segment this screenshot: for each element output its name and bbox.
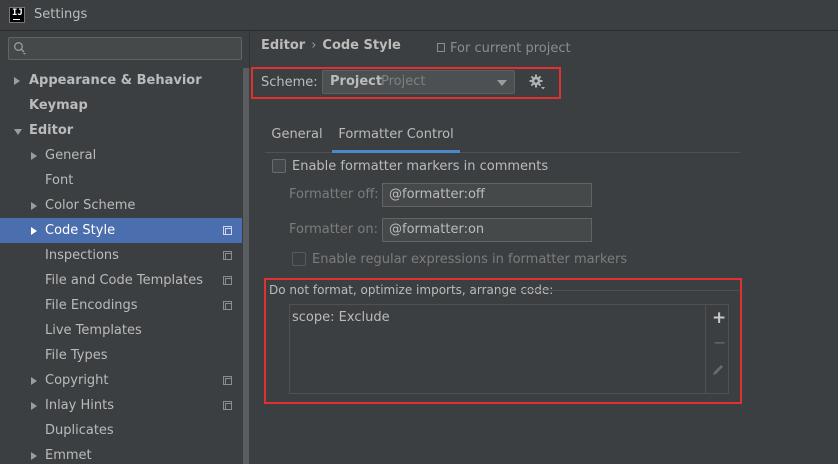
exclusions-group-divider: [521, 290, 739, 291]
project-scope-icon: [223, 276, 232, 285]
scheme-label: Scheme:: [261, 75, 318, 90]
project-scope-icon: [223, 376, 232, 385]
sidebar-item-emmet[interactable]: Emmet: [0, 443, 242, 464]
sidebar-item-editor[interactable]: Editor: [0, 118, 242, 143]
scheme-dropdown[interactable]: Project Project: [322, 70, 515, 94]
settings-sidebar: Appearance & Behavior Keymap Editor General…: [0, 31, 250, 464]
expand-arrow-right-icon[interactable]: [31, 152, 37, 160]
sidebar-item-label: File Encodings: [45, 298, 138, 313]
formatter-on-label: Formatter on:: [289, 222, 378, 237]
project-scope-icon: [223, 301, 232, 310]
sidebar-item-label: Code Style: [45, 223, 116, 238]
breadcrumb-separator: ›: [311, 38, 317, 53]
sidebar-item-file-and-code-templates[interactable]: File and Code Templates: [0, 268, 242, 293]
sidebar-item-label: Inspections: [45, 248, 119, 263]
enable-regex-markers-label[interactable]: Enable regular expressions in formatter …: [312, 252, 627, 267]
sidebar-item-font[interactable]: Font: [0, 168, 242, 193]
sidebar-item-label: Keymap: [29, 98, 88, 113]
sidebar-scrollbar-thumb[interactable]: [243, 68, 249, 464]
intellij-app-icon: IJ: [9, 7, 25, 23]
project-scope-icon: [223, 226, 232, 235]
expand-arrow-right-icon[interactable]: [31, 402, 37, 410]
sidebar-item-label: General: [45, 148, 97, 163]
sidebar-item-label: Copyright: [45, 373, 109, 388]
gear-icon[interactable]: [527, 72, 547, 92]
sidebar-item-label: Editor: [29, 123, 74, 138]
exclusions-group-title: Do not format, optimize imports, arrange…: [269, 283, 558, 297]
sidebar-item-code-style[interactable]: Code Style: [0, 218, 242, 243]
sidebar-item-keymap[interactable]: Keymap: [0, 93, 242, 118]
sidebar-item-label: File Types: [45, 348, 108, 363]
expand-arrow-right-icon[interactable]: [14, 77, 20, 85]
exclusions-list-panel: scope: Exclude + −: [289, 304, 729, 394]
sidebar-item-live-templates[interactable]: Live Templates: [0, 318, 242, 343]
expand-arrow-down-icon[interactable]: [14, 129, 22, 135]
sidebar-item-label: Appearance & Behavior: [29, 73, 202, 88]
sidebar-item-file-types[interactable]: File Types: [0, 343, 242, 368]
list-item[interactable]: scope: Exclude: [292, 310, 390, 325]
sidebar-item-color-scheme[interactable]: Color Scheme: [0, 193, 242, 218]
project-scope-icon: [437, 43, 445, 52]
sidebar-item-file-encodings[interactable]: File Encodings: [0, 293, 242, 318]
scheme-type: Project: [381, 74, 426, 89]
remove-icon[interactable]: −: [710, 333, 726, 352]
sidebar-item-duplicates[interactable]: Duplicates: [0, 418, 242, 443]
settings-content: Editor › Code Style For current project Sc…: [251, 31, 838, 464]
sidebar-item-label: Font: [45, 173, 74, 188]
sidebar-item-inlay-hints[interactable]: Inlay Hints: [0, 393, 242, 418]
search-input[interactable]: [31, 39, 239, 58]
sidebar-item-appearance-behavior[interactable]: Appearance & Behavior: [0, 68, 242, 93]
scope-note-text: For current project: [450, 41, 571, 56]
scope-note: For current project: [437, 41, 571, 56]
enable-formatter-markers-checkbox[interactable]: [272, 159, 286, 173]
sidebar-item-label: Emmet: [45, 448, 92, 463]
expand-arrow-right-icon[interactable]: [31, 227, 37, 235]
window-title: Settings: [34, 7, 88, 22]
sidebar-item-label: File and Code Templates: [45, 273, 203, 288]
enable-formatter-markers-label[interactable]: Enable formatter markers in comments: [292, 159, 548, 174]
tab-formatter-control[interactable]: Formatter Control: [332, 123, 460, 153]
search-icon[interactable]: [13, 41, 27, 55]
sidebar-item-label: Color Scheme: [45, 198, 136, 213]
add-icon[interactable]: +: [710, 308, 726, 328]
sidebar-item-general[interactable]: General: [0, 143, 242, 168]
expand-arrow-right-icon[interactable]: [31, 202, 37, 210]
project-scope-icon: [223, 251, 232, 260]
breadcrumb-current: Code Style: [322, 38, 401, 53]
exclusions-list[interactable]: scope: Exclude: [290, 305, 706, 393]
title-bar: IJ Settings: [0, 0, 838, 31]
sidebar-item-label: Inlay Hints: [45, 398, 114, 413]
breadcrumb: Editor › Code Style: [261, 38, 401, 53]
chevron-down-icon: [497, 80, 507, 86]
formatter-off-label: Formatter off:: [289, 187, 379, 202]
expand-arrow-right-icon[interactable]: [31, 377, 37, 385]
edit-pencil-icon[interactable]: [710, 362, 726, 378]
sidebar-item-label: Live Templates: [45, 323, 142, 338]
tab-general[interactable]: General: [265, 123, 329, 153]
expand-arrow-right-icon[interactable]: [31, 452, 37, 460]
search-field[interactable]: [8, 37, 242, 60]
app-icon-text: IJ: [12, 8, 23, 18]
code-style-tabs: General Formatter Control: [265, 123, 740, 153]
formatter-off-field[interactable]: @formatter:off: [382, 183, 592, 207]
formatter-on-field[interactable]: @formatter:on: [382, 218, 592, 242]
enable-regex-markers-checkbox[interactable]: [292, 252, 306, 266]
project-scope-icon: [223, 401, 232, 410]
sidebar-item-inspections[interactable]: Inspections: [0, 243, 242, 268]
sidebar-item-copyright[interactable]: Copyright: [0, 368, 242, 393]
sidebar-item-label: Duplicates: [45, 423, 114, 438]
breadcrumb-parent[interactable]: Editor: [261, 38, 305, 53]
scheme-name: Project: [330, 74, 383, 89]
